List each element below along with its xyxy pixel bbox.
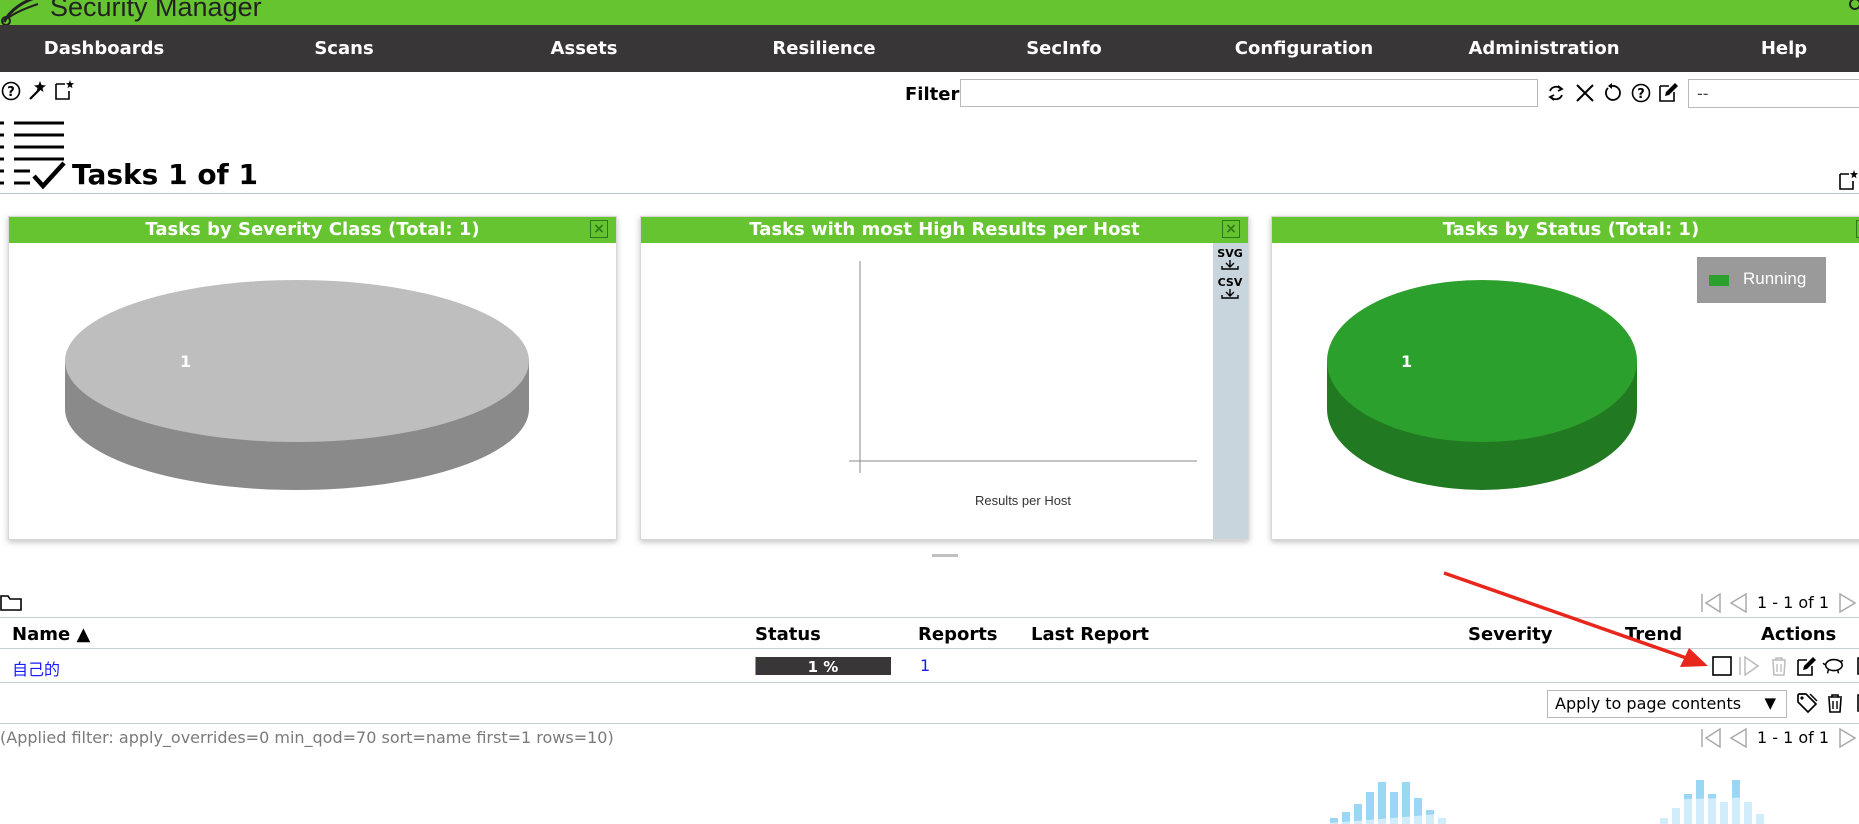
row-bottom-rule [0, 682, 1859, 683]
table-row: 自己的 1 % 1 [0, 650, 1859, 682]
x-axis-label: Results per Host [975, 493, 1071, 508]
page-title: Tasks 1 of 1 [72, 158, 258, 191]
pie-slice [1327, 280, 1637, 442]
bulk-action-value: Apply to page contents [1555, 694, 1742, 713]
first-page-icon[interactable] [1700, 593, 1722, 613]
pie-slice-label: 1 [1401, 352, 1412, 371]
page-range: 1 - 1 of 1 [1757, 593, 1830, 612]
svg-text:?: ? [1637, 87, 1645, 102]
nav-help[interactable]: Help [1761, 25, 1807, 72]
panel-title: Tasks by Severity Class (Total: 1) [9, 217, 616, 243]
folder-icon[interactable] [0, 591, 22, 613]
next-page-icon[interactable] [1838, 728, 1858, 748]
footer-decoration [1310, 780, 1859, 824]
severity-pie-chart: 1 [65, 280, 529, 490]
progress-label: 1 % [807, 658, 839, 676]
pie-slice-label: 1 [180, 352, 191, 371]
resume-icon[interactable] [1738, 655, 1760, 677]
nav-configuration[interactable]: Configuration [1235, 25, 1373, 72]
first-page-icon[interactable] [1700, 728, 1722, 748]
main-nav: Dashboards Scans Assets Resilience SecIn… [0, 25, 1859, 72]
help-icon[interactable]: ? [0, 80, 22, 102]
filter-select[interactable]: -- [1688, 79, 1859, 108]
pie-slice [65, 280, 529, 442]
header-top-rule [0, 617, 1859, 618]
col-header-last-report[interactable]: Last Report [1031, 624, 1149, 645]
user-icon[interactable] [1845, 0, 1859, 14]
previous-page-icon[interactable] [1728, 728, 1748, 748]
svg-export-label: SVG [1217, 247, 1243, 260]
previous-page-icon[interactable] [1728, 593, 1748, 613]
chart-legend: Running [1697, 257, 1826, 303]
export-icon[interactable] [1850, 655, 1859, 677]
col-header-actions: Actions [1761, 624, 1837, 645]
add-dashboard-icon[interactable] [1837, 168, 1859, 190]
export-sidebar: SVG CSV [1213, 243, 1248, 539]
trash-icon[interactable] [1768, 655, 1790, 677]
tasks-icon [0, 121, 66, 190]
resize-handle[interactable] [932, 554, 958, 557]
nav-scans[interactable]: Scans [314, 25, 373, 72]
applied-filter-text: (Applied filter: apply_overrides=0 min_q… [0, 728, 614, 747]
page-range: 1 - 1 of 1 [1757, 728, 1830, 747]
bulk-delete-icon[interactable] [1824, 692, 1846, 714]
select-checkbox[interactable] [1711, 655, 1733, 677]
col-header-reports[interactable]: Reports [918, 624, 998, 645]
edit-filter-icon[interactable] [1657, 81, 1679, 103]
close-icon[interactable]: × [1222, 220, 1240, 238]
legend-label: Running [1743, 269, 1807, 288]
filter-label: Filter [905, 84, 960, 105]
wizard-icon[interactable] [26, 79, 48, 101]
svg-export-button[interactable]: SVG [1215, 247, 1245, 273]
download-icon [1221, 260, 1239, 270]
new-task-icon[interactable] [53, 79, 75, 101]
col-header-name[interactable]: Name ▲ [12, 624, 90, 645]
reset-icon[interactable] [1601, 82, 1623, 104]
header-bottom-rule [0, 648, 1859, 649]
task-name-link[interactable]: 自己的 [12, 656, 60, 680]
panel-title: Tasks by Status (Total: 1) [1272, 217, 1859, 243]
tag-icon[interactable] [1796, 692, 1818, 714]
results-per-host-chart: Results per Host [849, 261, 1197, 508]
reports-count-link[interactable]: 1 [920, 656, 930, 675]
csv-export-button[interactable]: CSV [1215, 276, 1245, 302]
bulk-bottom-rule [0, 723, 1859, 724]
panel-title: Tasks with most High Results per Host [641, 217, 1248, 243]
clear-icon[interactable] [1574, 82, 1596, 104]
download-icon [1221, 289, 1239, 299]
filter-help-icon[interactable]: ? [1630, 82, 1652, 104]
svg-text:?: ? [7, 85, 15, 100]
filter-input[interactable] [960, 79, 1538, 107]
nav-administration[interactable]: Administration [1468, 25, 1619, 72]
app-title: Security Manager [50, 0, 262, 22]
col-header-trend: Trend [1625, 624, 1683, 645]
nav-resilience[interactable]: Resilience [772, 25, 875, 72]
refresh-icon[interactable] [1545, 82, 1567, 104]
col-header-severity[interactable]: Severity [1468, 624, 1553, 645]
bulk-action-select[interactable]: Apply to page contents ▼ [1547, 690, 1787, 718]
panel-severity-class: Tasks by Severity Class (Total: 1) × 1 [8, 216, 617, 540]
nav-dashboards[interactable]: Dashboards [44, 25, 165, 72]
legend-swatch [1709, 275, 1729, 286]
logo-icon [1, 0, 39, 25]
nav-assets[interactable]: Assets [551, 25, 618, 72]
brand-bar: Security Manager [0, 0, 1859, 25]
next-page-icon[interactable] [1838, 593, 1858, 613]
csv-export-label: CSV [1217, 276, 1243, 289]
status-progress-bar: 1 % [755, 657, 891, 676]
panel-status: Tasks by Status (Total: 1) × 1 Running [1271, 216, 1859, 540]
close-icon[interactable]: × [590, 220, 608, 238]
clone-icon[interactable] [1822, 655, 1844, 677]
bulk-export-icon[interactable] [1850, 692, 1859, 714]
edit-icon[interactable] [1795, 655, 1817, 677]
chevron-down-icon: ▼ [1764, 694, 1776, 712]
title-divider [0, 193, 1859, 194]
panel-high-results-per-host: Tasks with most High Results per Host × … [640, 216, 1249, 540]
nav-secinfo[interactable]: SecInfo [1026, 25, 1102, 72]
col-header-status[interactable]: Status [755, 624, 821, 645]
